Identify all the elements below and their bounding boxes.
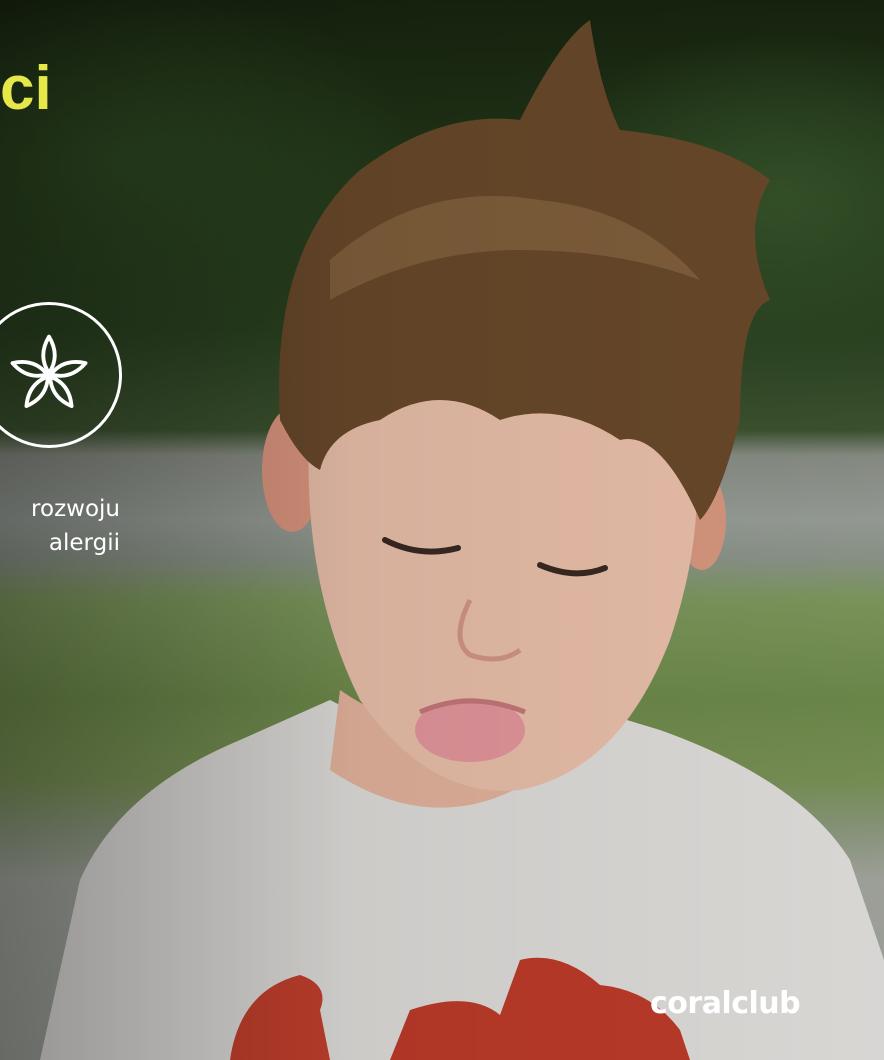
heading-text: ci (0, 54, 52, 123)
flower-icon (10, 334, 88, 408)
caption-line-1: rozwoju (31, 496, 120, 522)
brand-logo: coralclub (650, 986, 801, 1021)
caption-line-2: alergii (48, 530, 120, 556)
caption-text: rozwoju alergii (0, 492, 120, 560)
overlay-shade (0, 0, 884, 1060)
slide: ci rozwoju alergii coralclub (0, 0, 884, 1060)
